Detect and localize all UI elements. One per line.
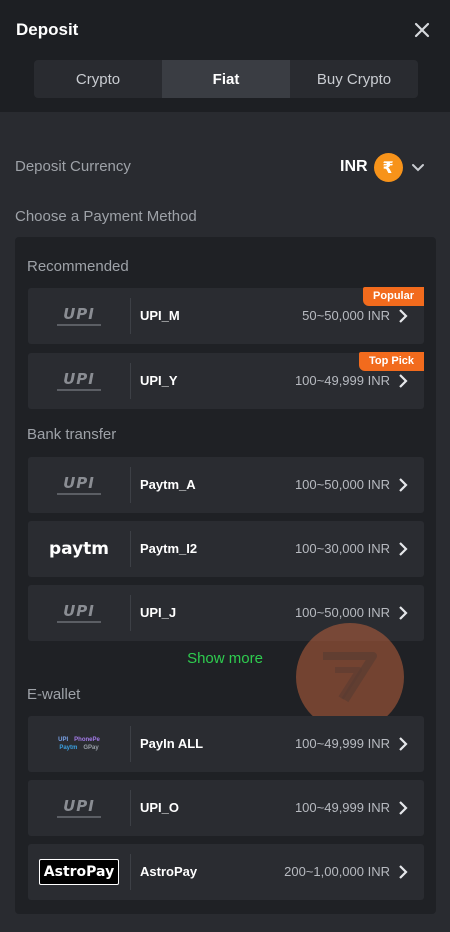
payment-method-upi-m[interactable]: UPI UPI_M 50~50,000 INR Popular (28, 287, 424, 344)
chevron-down-icon (411, 164, 424, 172)
method-name: Paytm_I2 (140, 541, 198, 556)
upi-logo: UPI (28, 780, 130, 836)
method-name: UPI_M (140, 308, 180, 323)
upi-logo: UPI (28, 585, 130, 641)
method-range: 200~1,00,000 INR (284, 864, 390, 879)
close-icon (414, 22, 430, 38)
page-title: Deposit (16, 20, 79, 39)
upi-logo: UPI (28, 353, 130, 409)
payin-multi-logo-icon: UPI PhonePe Paytm GPay (58, 737, 100, 751)
payment-method-heading: Choose a Payment Method (15, 208, 197, 225)
chevron-right-icon (399, 606, 408, 620)
chevron-right-icon (399, 478, 408, 492)
tab-bar: Crypto Fiat Buy Crypto (34, 60, 418, 98)
watermark-logo-icon (296, 623, 404, 731)
chevron-right-icon (399, 737, 408, 751)
upi-logo: UPI (28, 288, 130, 344)
payment-method-payin-all[interactable]: UPI PhonePe Paytm GPay PayIn ALL 100~49,99… (28, 716, 424, 772)
astropay-logo: AstroPay (28, 844, 130, 900)
popular-badge: Popular (363, 287, 424, 306)
section-ewallet: E-wallet (27, 686, 81, 703)
tab-buy-crypto[interactable]: Buy Crypto (290, 60, 418, 98)
method-name: Paytm_A (140, 477, 196, 492)
method-name: UPI_Y (140, 373, 178, 388)
currency-code: INR (340, 158, 368, 175)
chevron-right-icon (399, 309, 408, 323)
payment-method-upi-o[interactable]: UPI UPI_O 100~49,999 INR (28, 780, 424, 836)
payment-method-paytm-i2[interactable]: paytm Paytm_I2 100~30,000 INR (28, 521, 424, 577)
section-recommended: Recommended (27, 258, 129, 275)
section-bank-transfer: Bank transfer (27, 426, 117, 443)
chevron-right-icon (399, 801, 408, 815)
method-name: UPI_O (140, 800, 180, 815)
paytm-logo: paytm (48, 539, 110, 559)
tab-fiat[interactable]: Fiat (162, 60, 290, 98)
chevron-right-icon (399, 374, 408, 388)
method-range: 100~30,000 INR (294, 541, 390, 556)
show-more-button[interactable]: Show more (0, 650, 450, 667)
method-name: PayIn ALL (140, 736, 204, 751)
payment-method-upi-y[interactable]: UPI UPI_Y 100~49,999 INR Top Pick (28, 352, 424, 409)
method-name: AstroPay (140, 864, 198, 879)
method-name: UPI_J (140, 605, 177, 620)
method-range: 100~50,000 INR (294, 477, 390, 492)
chevron-right-icon (399, 865, 408, 879)
close-button[interactable] (410, 18, 434, 42)
method-range: 100~49,999 INR (294, 736, 390, 751)
method-range: 100~49,999 INR (294, 800, 390, 815)
payment-method-paytm-a[interactable]: UPI Paytm_A 100~50,000 INR (28, 457, 424, 513)
top-pick-badge: Top Pick (358, 352, 424, 371)
deposit-currency-label: Deposit Currency (15, 158, 131, 175)
tab-crypto[interactable]: Crypto (34, 60, 162, 98)
chevron-right-icon (399, 542, 408, 556)
upi-logo: UPI (28, 457, 130, 513)
payment-method-astropay[interactable]: AstroPay AstroPay 200~1,00,000 INR (28, 844, 424, 900)
currency-selector[interactable]: INR ₹ (340, 152, 425, 182)
rupee-icon: ₹ (373, 152, 403, 182)
